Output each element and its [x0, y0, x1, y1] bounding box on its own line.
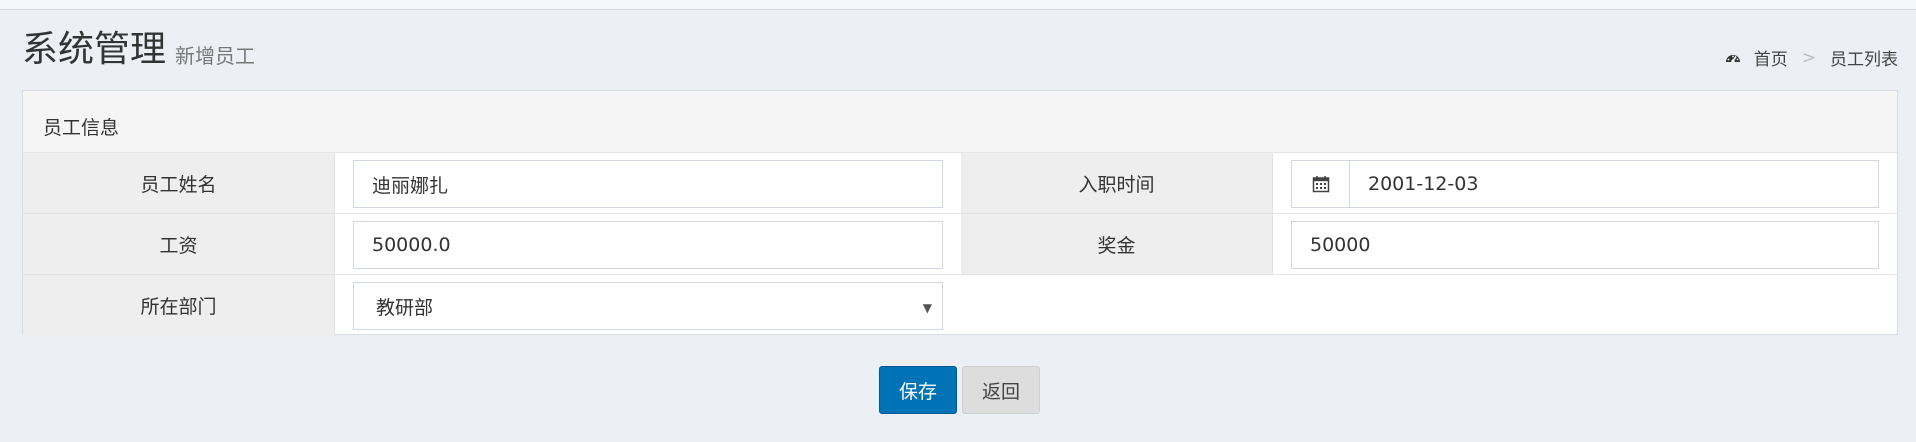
content-header: 系统管理 新增员工 首页 > 员工列表: [0, 10, 1916, 90]
dashboard-icon: [1725, 54, 1740, 63]
department-select[interactable]: 教研部 ▼: [353, 282, 943, 330]
breadcrumb-employee-list[interactable]: 员工列表: [1830, 45, 1898, 70]
hire-date-cell: 2001-12-03: [1273, 153, 1897, 214]
page-title: 系统管理: [22, 29, 167, 70]
bonus-label: 奖金: [961, 214, 1273, 275]
name-label: 员工姓名: [23, 153, 335, 214]
form-row-name-date: 员工姓名 迪丽娜扎 入职时间 2001-12-03: [23, 153, 1897, 214]
hire-date-label: 入职时间: [961, 153, 1273, 214]
form-row-department: 所在部门 教研部 ▼: [23, 275, 1897, 336]
breadcrumb-home-label: 首页: [1753, 50, 1788, 70]
breadcrumb-home[interactable]: 首页: [1724, 45, 1788, 70]
bonus-cell: 50000: [1273, 214, 1897, 275]
name-input[interactable]: 迪丽娜扎: [353, 160, 943, 208]
bonus-input[interactable]: 50000: [1291, 221, 1879, 269]
salary-input[interactable]: 50000.0: [353, 221, 943, 269]
department-label: 所在部门: [23, 275, 335, 336]
save-button[interactable]: 保存: [879, 366, 957, 414]
salary-cell: 50000.0: [335, 214, 961, 275]
form-row-salary-bonus: 工资 50000.0 奖金 50000: [23, 214, 1897, 275]
salary-label: 工资: [23, 214, 335, 275]
top-bar: [0, 0, 1916, 10]
caret-down-icon: ▼: [922, 301, 932, 315]
employee-form-panel: 员工信息 员工姓名 迪丽娜扎 入职时间 2001-12-03 工资 50000.…: [22, 90, 1898, 336]
page-subtitle: 新增员工: [175, 44, 255, 68]
calendar-addon[interactable]: [1292, 161, 1350, 207]
panel-title: 员工信息: [23, 91, 1897, 153]
hire-date-value: 2001-12-03: [1368, 173, 1479, 195]
department-cell: 教研部 ▼: [335, 275, 961, 336]
hire-date-input[interactable]: 2001-12-03: [1291, 160, 1879, 208]
back-button[interactable]: 返回: [962, 366, 1040, 414]
form-actions: 保存 返回: [0, 366, 1916, 414]
breadcrumb-separator: >: [1801, 47, 1816, 68]
department-selected-value: 教研部: [376, 296, 434, 319]
name-cell: 迪丽娜扎: [335, 153, 961, 214]
breadcrumb: 首页 > 员工列表: [1724, 45, 1898, 70]
calendar-icon: [1312, 176, 1329, 193]
